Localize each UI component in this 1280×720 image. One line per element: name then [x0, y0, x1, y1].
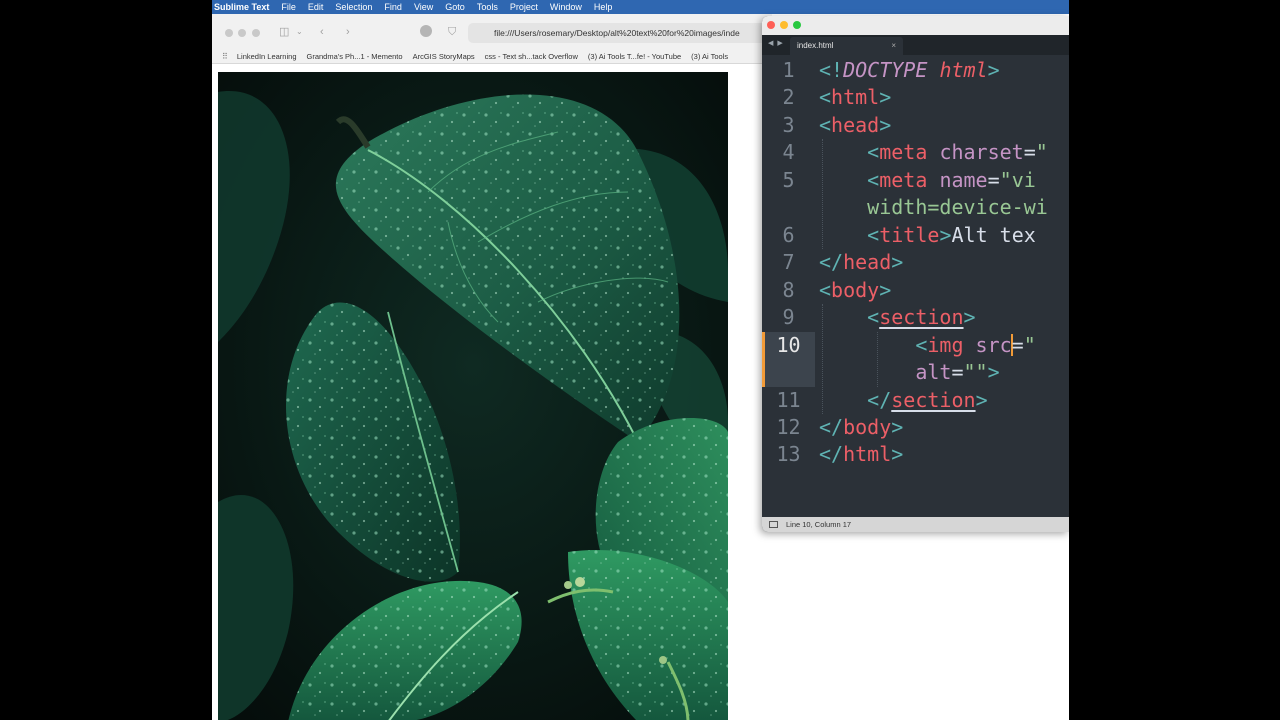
forward-icon[interactable]: ›: [346, 24, 350, 40]
editor-minimize-button[interactable]: [780, 21, 788, 29]
status-bar: Line 10, Column 17: [762, 517, 1069, 532]
line-number: 8: [782, 278, 795, 302]
code-line-9: <section>: [867, 305, 976, 329]
leaf-photo: [218, 72, 728, 720]
menu-selection[interactable]: Selection: [329, 2, 378, 12]
code-line-5: <meta name="vi: [867, 168, 1036, 192]
bookmark-ai-tools-youtube[interactable]: (3) Ai Tools T...fe! - YouTube: [588, 52, 681, 61]
url-text: file:///Users/rosemary/Desktop/alt%20tex…: [494, 28, 740, 38]
address-bar[interactable]: file:///Users/rosemary/Desktop/alt%20tex…: [468, 23, 772, 43]
close-window-button[interactable]: [225, 29, 233, 37]
code-line-13: </html>: [819, 442, 904, 466]
sidebar-toggle-icon[interactable]: ◫: [279, 24, 289, 40]
code-line-5-wrap: width=device-wi: [867, 195, 1048, 219]
privacy-report-icon[interactable]: [420, 25, 432, 37]
menu-help[interactable]: Help: [588, 2, 619, 12]
code-line-8: <body>: [819, 278, 892, 302]
line-number: 3: [782, 113, 795, 137]
line-number: 12: [776, 415, 801, 439]
panel-toggle-icon[interactable]: [769, 521, 778, 528]
minimize-window-button[interactable]: [238, 29, 246, 37]
close-tab-icon[interactable]: ×: [891, 37, 896, 55]
line-number: 5: [782, 168, 795, 192]
tab-index-html[interactable]: index.html ×: [790, 37, 903, 55]
line-number: 13: [776, 442, 801, 466]
browser-toolbar: ◫ ⌄ ‹ › ⛉ file:///Users/rosemary/Desktop…: [212, 14, 772, 50]
menu-file[interactable]: File: [275, 2, 302, 12]
code-line-12: </body>: [819, 415, 904, 439]
editor-zoom-button[interactable]: [793, 21, 801, 29]
browser-window: ◫ ⌄ ‹ › ⛉ file:///Users/rosemary/Desktop…: [212, 14, 772, 720]
app-menu[interactable]: Sublime Text: [212, 2, 275, 12]
line-number: 11: [776, 388, 801, 412]
line-number: 1: [782, 58, 795, 82]
line-number: 2: [782, 85, 795, 109]
bookmark-grandmas-memento[interactable]: Grandma's Ph...1 - Memento: [307, 52, 403, 61]
line-number-active: 10: [776, 333, 801, 357]
tab-nav-arrows-icon[interactable]: ◀ ▶: [768, 39, 784, 47]
code-line-6: <title>Alt tex: [867, 223, 1036, 247]
bookmark-stack-overflow[interactable]: css - Text sh...tack Overflow: [485, 52, 578, 61]
code-line-4: <meta charset=": [867, 140, 1048, 164]
back-icon[interactable]: ‹: [320, 24, 324, 40]
chevron-down-icon[interactable]: ⌄: [296, 24, 303, 40]
bookmark-linkedin-learning[interactable]: LinkedIn Learning: [237, 52, 297, 61]
menu-tools[interactable]: Tools: [471, 2, 504, 12]
menu-window[interactable]: Window: [544, 2, 588, 12]
line-number: 6: [782, 223, 795, 247]
bookmark-ai-tools[interactable]: (3) Ai Tools: [691, 52, 728, 61]
code-line-1: <!DOCTYPE html>: [819, 58, 1000, 82]
zoom-window-button[interactable]: [252, 29, 260, 37]
code-area[interactable]: 1 2 3 4 5 6 7 8 9 10 11 12 13 <!DOCTYPE …: [762, 55, 1069, 517]
menu-project[interactable]: Project: [504, 2, 544, 12]
cursor-position: Line 10, Column 17: [786, 520, 852, 529]
code-line-2: <html>: [819, 85, 892, 109]
editor-tab-bar: ◀ ▶ index.html ×: [762, 35, 1069, 55]
code-line-10-wrap: alt="">: [915, 360, 1000, 384]
editor-titlebar: [762, 16, 1069, 35]
menu-goto[interactable]: Goto: [439, 2, 471, 12]
menu-edit[interactable]: Edit: [302, 2, 330, 12]
editor-close-button[interactable]: [767, 21, 775, 29]
bookmarks-bar: ⠿ LinkedIn Learning Grandma's Ph...1 - M…: [212, 50, 772, 64]
screen: Sublime Text File Edit Selection Find Vi…: [212, 0, 1069, 720]
editor-window: ◀ ▶ index.html × 1 2 3 4 5 6 7 8 9 10 11…: [762, 16, 1069, 532]
code-line-10: <img src=": [915, 333, 1036, 357]
code-line-11: </section>: [867, 388, 988, 412]
tab-label: index.html: [797, 41, 834, 50]
code-line-7: </head>: [819, 250, 904, 274]
line-number: 7: [782, 250, 795, 274]
menu-bar: Sublime Text File Edit Selection Find Vi…: [212, 0, 1069, 14]
line-number: 4: [782, 140, 795, 164]
menu-find[interactable]: Find: [378, 2, 408, 12]
menu-view[interactable]: View: [408, 2, 439, 12]
line-number: 9: [782, 305, 795, 329]
shield-icon[interactable]: ⛉: [448, 24, 456, 40]
code-line-3: <head>: [819, 113, 892, 137]
bookmark-arcgis-storymaps[interactable]: ArcGIS StoryMaps: [413, 52, 475, 61]
apps-grid-icon[interactable]: ⠿: [222, 52, 228, 61]
